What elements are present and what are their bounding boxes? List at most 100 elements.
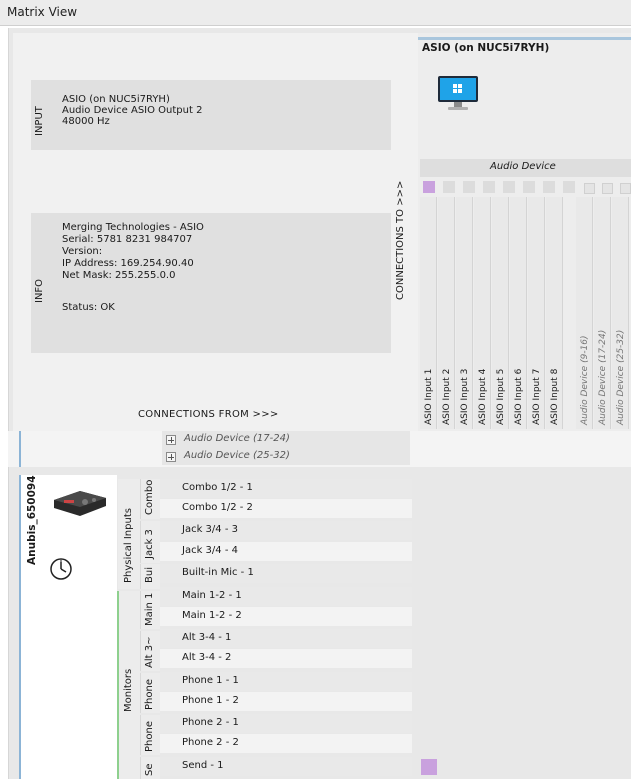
routing-cell[interactable]: [577, 759, 593, 775]
routing-cell[interactable]: [577, 523, 593, 539]
audio-interface-icon[interactable]: [50, 488, 108, 518]
routing-cell[interactable]: [439, 566, 455, 582]
routing-cell[interactable]: [595, 736, 611, 752]
routing-cell[interactable]: [421, 589, 437, 605]
routing-cell[interactable]: [439, 674, 455, 690]
routing-cell[interactable]: [493, 501, 509, 517]
routing-cell[interactable]: [493, 716, 509, 732]
routing-cell[interactable]: [577, 651, 593, 667]
routing-cell[interactable]: [421, 694, 437, 710]
routing-cell[interactable]: [577, 736, 593, 752]
routing-cell[interactable]: [547, 716, 563, 732]
routing-cell[interactable]: [457, 674, 473, 690]
routing-cell[interactable]: [421, 631, 437, 647]
expand-row-button[interactable]: [166, 435, 176, 445]
routing-cell[interactable]: [529, 589, 545, 605]
collapsed-input-row[interactable]: Audio Device (17-24): [162, 431, 410, 448]
routing-cell[interactable]: [457, 716, 473, 732]
routing-cell[interactable]: [439, 609, 455, 625]
routing-cell[interactable]: [475, 523, 491, 539]
routing-cell[interactable]: [529, 544, 545, 560]
routing-cell[interactable]: [439, 631, 455, 647]
routing-cell[interactable]: [613, 674, 629, 690]
routing-cell[interactable]: [529, 674, 545, 690]
column-selector[interactable]: [543, 181, 555, 193]
routing-cell[interactable]: [547, 566, 563, 582]
routing-cell[interactable]: [511, 674, 527, 690]
routing-cell[interactable]: [529, 694, 545, 710]
routing-cell[interactable]: [595, 589, 611, 605]
input-channel-row[interactable]: Jack 3/4 - 4: [160, 542, 412, 561]
routing-cell[interactable]: [475, 674, 491, 690]
input-channel-row[interactable]: Alt 3-4 - 2: [160, 649, 412, 668]
input-channel-row[interactable]: Phone 2 - 1: [160, 714, 412, 733]
routing-cell[interactable]: [457, 589, 473, 605]
routing-cell[interactable]: [613, 523, 629, 539]
routing-cell[interactable]: [595, 631, 611, 647]
routing-cell[interactable]: [475, 481, 491, 497]
routing-cell[interactable]: [457, 566, 473, 582]
routing-cell[interactable]: [421, 609, 437, 625]
routing-cell[interactable]: [439, 651, 455, 667]
routing-cell[interactable]: [457, 651, 473, 667]
routing-cell[interactable]: [577, 631, 593, 647]
routing-cell[interactable]: [595, 481, 611, 497]
routing-cell[interactable]: [613, 589, 629, 605]
routing-cell[interactable]: [595, 566, 611, 582]
routing-cell[interactable]: [577, 609, 593, 625]
routing-cell[interactable]: [613, 736, 629, 752]
routing-cell[interactable]: [529, 716, 545, 732]
routing-cell[interactable]: [457, 609, 473, 625]
routing-cell[interactable]: [529, 736, 545, 752]
routing-cell[interactable]: [511, 566, 527, 582]
routing-cell[interactable]: [421, 523, 437, 539]
routing-cell[interactable]: [511, 694, 527, 710]
input-channel-row[interactable]: Main 1-2 - 1: [160, 587, 412, 606]
routing-cell[interactable]: [595, 716, 611, 732]
input-channel-row[interactable]: Main 1-2 - 2: [160, 607, 412, 626]
routing-cell[interactable]: [457, 523, 473, 539]
input-channel-row[interactable]: Alt 3-4 - 1: [160, 629, 412, 648]
routing-cell[interactable]: [511, 544, 527, 560]
routing-cell[interactable]: [613, 609, 629, 625]
routing-cell[interactable]: [475, 501, 491, 517]
routing-cell[interactable]: [613, 759, 629, 775]
routing-cell[interactable]: [421, 481, 437, 497]
routing-cell[interactable]: [511, 609, 527, 625]
input-channel-row[interactable]: Combo 1/2 - 1: [160, 479, 412, 498]
routing-cell[interactable]: [577, 481, 593, 497]
input-channel-row[interactable]: Combo 1/2 - 2: [160, 499, 412, 518]
routing-cell[interactable]: [529, 759, 545, 775]
routing-cell[interactable]: [529, 651, 545, 667]
routing-cell[interactable]: [595, 501, 611, 517]
routing-cell[interactable]: [493, 566, 509, 582]
collapsed-input-row[interactable]: Audio Device (25-32): [162, 448, 410, 465]
column-selector[interactable]: [423, 181, 435, 193]
column-selector[interactable]: [483, 181, 495, 193]
routing-cell[interactable]: [577, 501, 593, 517]
routing-cell[interactable]: [577, 674, 593, 690]
routing-cell[interactable]: [511, 523, 527, 539]
routing-cell[interactable]: [475, 736, 491, 752]
routing-cell[interactable]: [457, 501, 473, 517]
routing-cell[interactable]: [547, 674, 563, 690]
routing-cell[interactable]: [475, 589, 491, 605]
routing-cell[interactable]: [493, 544, 509, 560]
routing-cell[interactable]: [511, 631, 527, 647]
input-channel-row[interactable]: Send - 1: [160, 757, 412, 776]
routing-cell[interactable]: [511, 716, 527, 732]
column-selector[interactable]: [584, 183, 595, 194]
routing-cell[interactable]: [595, 544, 611, 560]
routing-cell[interactable]: [529, 631, 545, 647]
routing-cell[interactable]: [457, 481, 473, 497]
routing-cell[interactable]: [421, 759, 437, 775]
routing-cell[interactable]: [613, 501, 629, 517]
routing-cell[interactable]: [475, 759, 491, 775]
routing-cell[interactable]: [457, 759, 473, 775]
input-channel-row[interactable]: Phone 1 - 1: [160, 672, 412, 691]
routing-cell[interactable]: [439, 523, 455, 539]
routing-cell[interactable]: [493, 589, 509, 605]
routing-cell[interactable]: [511, 501, 527, 517]
input-channel-row[interactable]: Jack 3/4 - 3: [160, 521, 412, 540]
routing-cell[interactable]: [595, 694, 611, 710]
